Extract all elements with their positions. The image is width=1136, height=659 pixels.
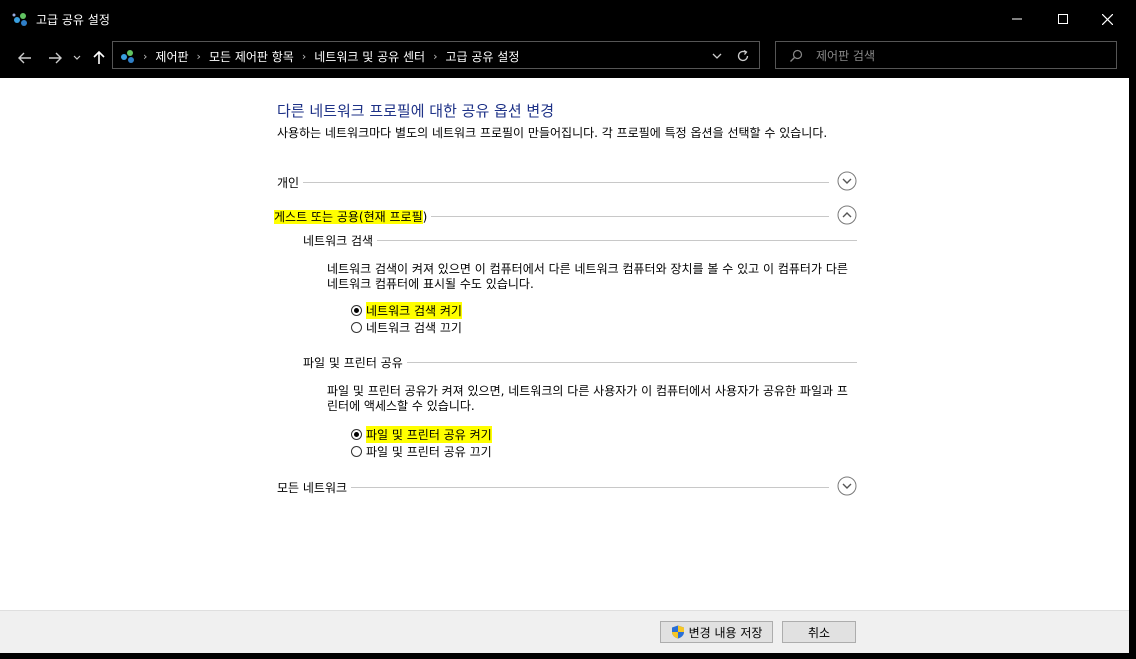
expand-chevron-icon[interactable] (837, 476, 857, 496)
minimize-icon (1012, 18, 1022, 20)
maximize-icon (1058, 14, 1068, 24)
close-button[interactable] (1084, 0, 1130, 38)
radio-label: 네트워크 검색 켜기 (366, 301, 462, 319)
action-bar: 변경 내용 저장 취소 (0, 610, 1129, 654)
forward-arrow-icon (49, 52, 62, 64)
search-icon (790, 49, 803, 62)
window-title: 고급 공유 설정 (36, 13, 110, 27)
breadcrumb-network-center[interactable]: 네트워크 및 공유 센터 (314, 48, 425, 65)
profile-guest-header[interactable]: 게스트 또는 공용(현재 프로필) (274, 205, 857, 227)
radio-checked[interactable] (351, 428, 362, 440)
profile-all-networks-label: 모든 네트워크 (277, 479, 352, 496)
breadcrumb-separator-icon: › (196, 49, 201, 63)
address-bar[interactable]: › 제어판 › 모든 제어판 항목 › 네트워크 및 공유 센터 › 고급 공유… (112, 41, 760, 69)
radio-unchecked[interactable] (351, 445, 362, 457)
radio-unchecked[interactable] (351, 321, 362, 333)
recent-dropdown-icon (73, 55, 81, 60)
section-divider (277, 487, 829, 488)
address-dropdown-icon[interactable] (709, 48, 725, 64)
profile-guest-label: 게스트 또는 공용(현재 프로필) (274, 208, 432, 225)
profile-all-networks-header[interactable]: 모든 네트워크 (277, 476, 857, 498)
save-changes-label: 변경 내용 저장 (688, 625, 763, 640)
cancel-button[interactable]: 취소 (782, 621, 856, 643)
window-border (0, 653, 1136, 659)
profile-private-label: 개인 (277, 174, 304, 191)
section-divider (277, 182, 829, 183)
search-box[interactable] (775, 41, 1117, 69)
back-arrow-icon (18, 52, 31, 64)
file-printer-sharing-description: 파일 및 프린터 공유가 켜져 있으면, 네트워크의 다른 사용자가 이 컴퓨터… (327, 384, 848, 413)
breadcrumb-all-items[interactable]: 모든 제어판 항목 (209, 48, 294, 65)
search-input[interactable] (814, 45, 1108, 67)
network-discovery-header: 네트워크 검색 (303, 230, 857, 250)
radio-label: 네트워크 검색 끄기 (366, 320, 462, 335)
network-sharing-icon (12, 13, 27, 26)
main-content: 다른 네트워크 프로필에 대한 공유 옵션 변경 사용하는 네트워크마다 별도의… (0, 78, 1129, 610)
up-button[interactable] (88, 47, 110, 69)
file-printer-sharing-off-option[interactable]: 파일 및 프린터 공유 끄기 (351, 443, 492, 459)
close-icon (1101, 13, 1113, 25)
breadcrumb: › 제어판 › 모든 제어판 항목 › 네트워크 및 공유 센터 › 고급 공유… (119, 42, 519, 70)
control-panel-icon (121, 50, 134, 63)
navigation-bar: › 제어판 › 모든 제어판 항목 › 네트워크 및 공유 센터 › 고급 공유… (0, 38, 1136, 78)
window-border (1129, 78, 1136, 659)
collapse-chevron-icon[interactable] (837, 205, 857, 225)
profile-private-header[interactable]: 개인 (277, 171, 857, 193)
up-arrow-icon (93, 51, 105, 64)
file-printer-sharing-header: 파일 및 프린터 공유 (303, 352, 857, 372)
page-title: 다른 네트워크 프로필에 대한 공유 옵션 변경 (277, 102, 555, 120)
breadcrumb-advanced-sharing[interactable]: 고급 공유 설정 (445, 48, 519, 65)
breadcrumb-separator-icon: › (433, 49, 438, 63)
profile-guest-label-rest: ) (422, 210, 428, 224)
network-discovery-on-option[interactable]: 네트워크 검색 켜기 (351, 301, 462, 319)
advanced-sharing-settings-window: 고급 공유 설정 › 제어판 › 모든 제어판 항목 › 네트워크 및 공유 센… (0, 0, 1136, 659)
network-discovery-label: 네트워크 검색 (303, 232, 378, 249)
network-discovery-description: 네트워크 검색이 켜져 있으면 이 컴퓨터에서 다른 네트워크 컴퓨터와 장치를… (327, 262, 848, 291)
minimize-button[interactable] (994, 0, 1040, 38)
file-printer-sharing-label: 파일 및 프린터 공유 (303, 354, 407, 371)
radio-label: 파일 및 프린터 공유 켜기 (366, 425, 492, 443)
title-bar: 고급 공유 설정 (0, 0, 1136, 38)
forward-button[interactable] (44, 47, 66, 69)
breadcrumb-separator-icon: › (301, 49, 307, 63)
breadcrumb-control-panel[interactable]: 제어판 (155, 48, 188, 65)
breadcrumb-separator-icon: › (143, 49, 148, 63)
subsection-divider (303, 240, 857, 241)
save-changes-button[interactable]: 변경 내용 저장 (660, 621, 773, 643)
file-printer-sharing-on-option[interactable]: 파일 및 프린터 공유 켜기 (351, 425, 492, 443)
refresh-icon[interactable] (735, 48, 751, 64)
radio-checked[interactable] (351, 304, 362, 316)
network-discovery-off-option[interactable]: 네트워크 검색 끄기 (351, 319, 462, 335)
maximize-button[interactable] (1040, 0, 1086, 38)
radio-label: 파일 및 프린터 공유 끄기 (366, 444, 492, 459)
back-button[interactable] (14, 47, 36, 69)
profile-guest-label-highlight: 게스트 또는 공용(현재 프로필 (274, 210, 423, 224)
expand-chevron-icon[interactable] (837, 171, 857, 191)
page-description: 사용하는 네트워크마다 별도의 네트워크 프로필이 만들어집니다. 각 프로필에… (277, 126, 828, 140)
recent-locations-button[interactable] (68, 47, 86, 69)
uac-shield-icon (671, 625, 684, 639)
